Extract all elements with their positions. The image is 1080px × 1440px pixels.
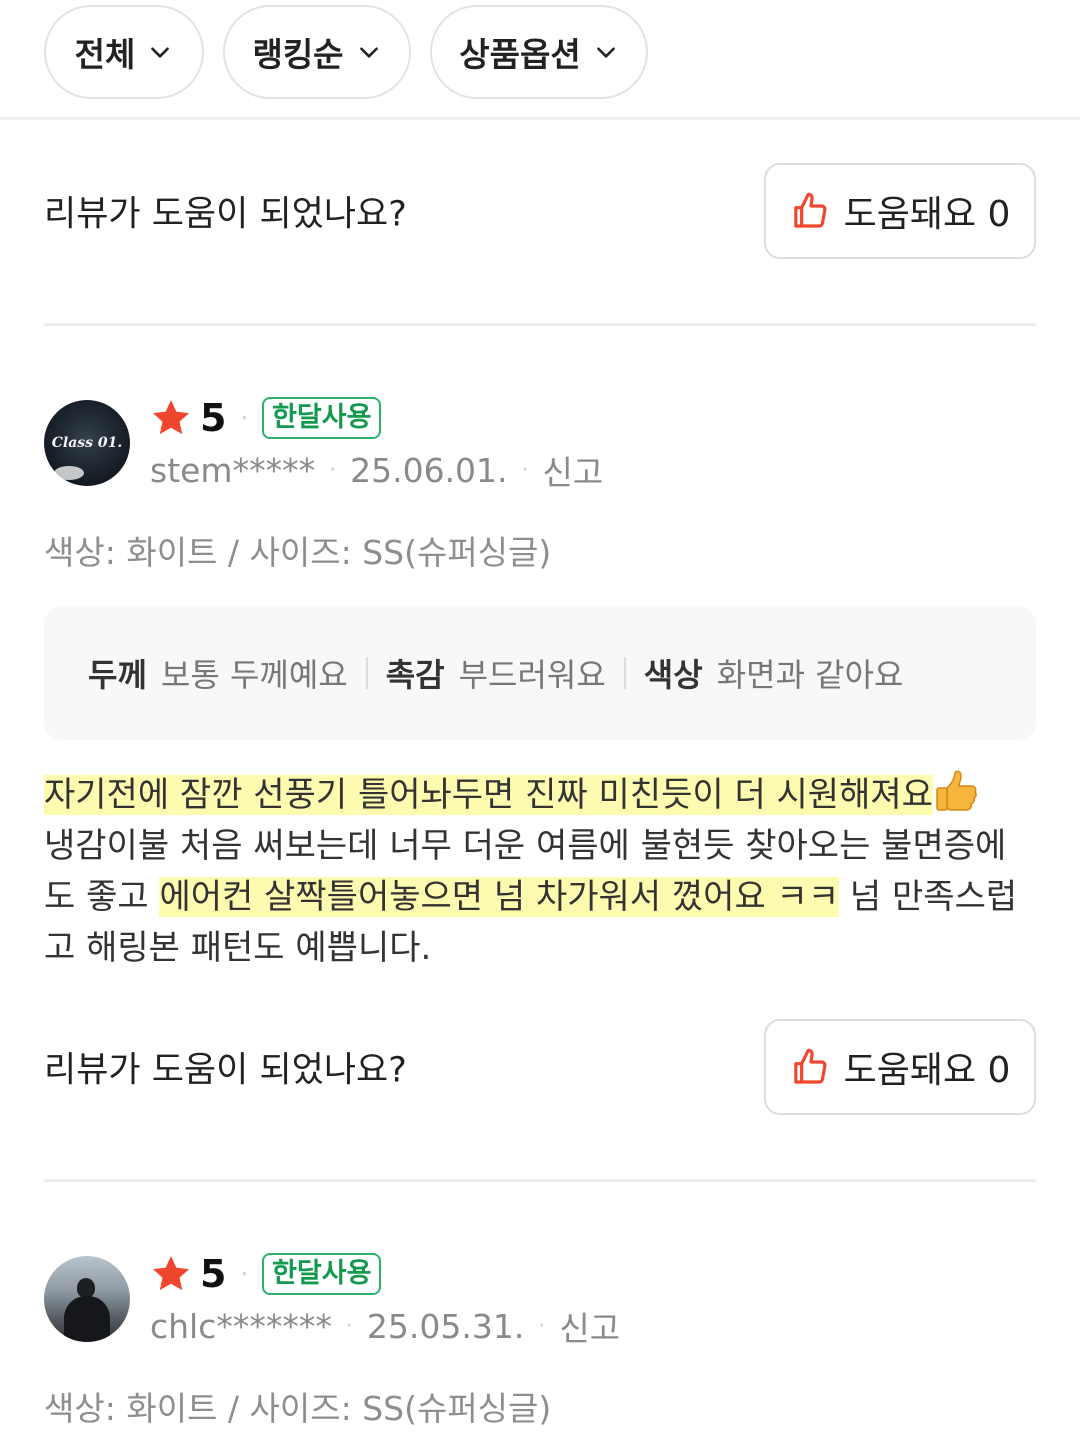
attribute-value: 보통 두께예요: [160, 656, 348, 694]
filter-all[interactable]: 전체: [44, 5, 204, 99]
separator: ·: [521, 457, 529, 483]
thumbs-up-icon: [793, 1048, 827, 1084]
chevron-down-icon: [151, 47, 170, 58]
usage-badge: 한달사용: [262, 397, 382, 439]
helpful-button[interactable]: 도움돼요 0: [764, 1019, 1036, 1115]
filter-ranking-label: 랭킹순: [252, 35, 344, 74]
helpful-row: 리뷰가 도움이 되었나요? 도움돼요 0: [44, 1019, 1036, 1115]
attribute-divider: [623, 657, 626, 689]
avatar[interactable]: Class 01.: [44, 400, 130, 486]
filter-ranking[interactable]: 랭킹순: [223, 5, 411, 99]
rating-line: 5 · 한달사용: [150, 1252, 382, 1296]
separator: ·: [240, 404, 249, 432]
highlighted-text: 에어컨 살짝틀어놓으면 넘 차가워서 꼈어요 ㅋㅋ: [159, 877, 840, 917]
thumbs-up-emoji-icon: [936, 770, 977, 811]
separator: ·: [329, 457, 337, 483]
product-option: 색상: 화이트 / 사이즈: SS(슈퍼싱글): [44, 533, 552, 572]
star-icon: [152, 1256, 190, 1291]
attribute-value: 부드러워요: [458, 656, 606, 694]
separator: ·: [240, 1260, 249, 1288]
helpful-question: 리뷰가 도움이 되었나요?: [44, 194, 407, 235]
chevron-down-icon: [596, 47, 615, 58]
attribute-key: 두께: [88, 656, 147, 694]
attribute-value: 화면과 같아요: [716, 656, 904, 694]
avatar[interactable]: [44, 1256, 130, 1342]
highlighted-text: 자기전에 잠깐 선풍기 틀어놔두면 진짜 미친듯이 더 시원해져요: [44, 775, 933, 815]
review-meta: chlc******* · 25.05.31. · 신고: [150, 1302, 620, 1350]
attribute-key: 촉감: [385, 656, 445, 694]
review-date: 25.06.01.: [350, 450, 508, 490]
attribute-divider: [365, 657, 368, 689]
avatar-person-shape: [64, 1296, 110, 1342]
helpful-row: 리뷰가 도움이 되었나요? 도움돼요 0: [44, 163, 1036, 259]
divider: [44, 323, 1036, 326]
filter-all-label: 전체: [74, 35, 136, 74]
review-text: 자기전에 잠깐 선풍기 틀어놔두면 진짜 미친듯이 더 시원해져요 냉감이불 처…: [44, 770, 1036, 974]
rating-score: 5: [200, 1252, 227, 1296]
thumbs-up-icon: [793, 192, 827, 228]
review-meta: stem***** · 25.06.01. · 신고: [150, 446, 604, 494]
chevron-down-icon: [359, 47, 378, 58]
review-date: 25.05.31.: [366, 1306, 525, 1346]
star-icon: [152, 400, 190, 435]
helpful-question: 리뷰가 도움이 되었나요?: [44, 1050, 407, 1091]
attribute-summary: 두께 보통 두께예요 촉감 부드러워요 색상 화면과 같아요: [44, 606, 1036, 740]
reviewer-name: stem*****: [150, 450, 316, 490]
avatar-text: Class 01.: [51, 435, 123, 451]
usage-badge: 한달사용: [262, 1253, 382, 1295]
helpful-button[interactable]: 도움돼요 0: [764, 163, 1036, 259]
product-option: 색상: 화이트 / 사이즈: SS(슈퍼싱글): [44, 1389, 552, 1428]
filter-product-option-label: 상품옵션: [459, 35, 581, 74]
helpful-button-label: 도움돼요 0: [843, 1050, 1011, 1091]
separator: ·: [538, 1313, 546, 1339]
attribute-key: 색상: [643, 656, 703, 694]
filter-bar: 전체 랭킹순 상품옵션: [0, 0, 1080, 120]
filter-product-option[interactable]: 상품옵션: [430, 5, 648, 99]
separator: ·: [345, 1313, 353, 1339]
rating-score: 5: [200, 396, 227, 440]
rating-line: 5 · 한달사용: [150, 396, 382, 440]
avatar-person-shape: [77, 1278, 95, 1298]
helpful-button-label: 도움돼요 0: [843, 194, 1011, 235]
reviewer-name: chlc*******: [150, 1306, 332, 1346]
avatar-decoration: [54, 466, 84, 480]
report-link[interactable]: 신고: [543, 446, 604, 494]
report-link[interactable]: 신고: [559, 1302, 620, 1350]
divider: [44, 1179, 1036, 1182]
